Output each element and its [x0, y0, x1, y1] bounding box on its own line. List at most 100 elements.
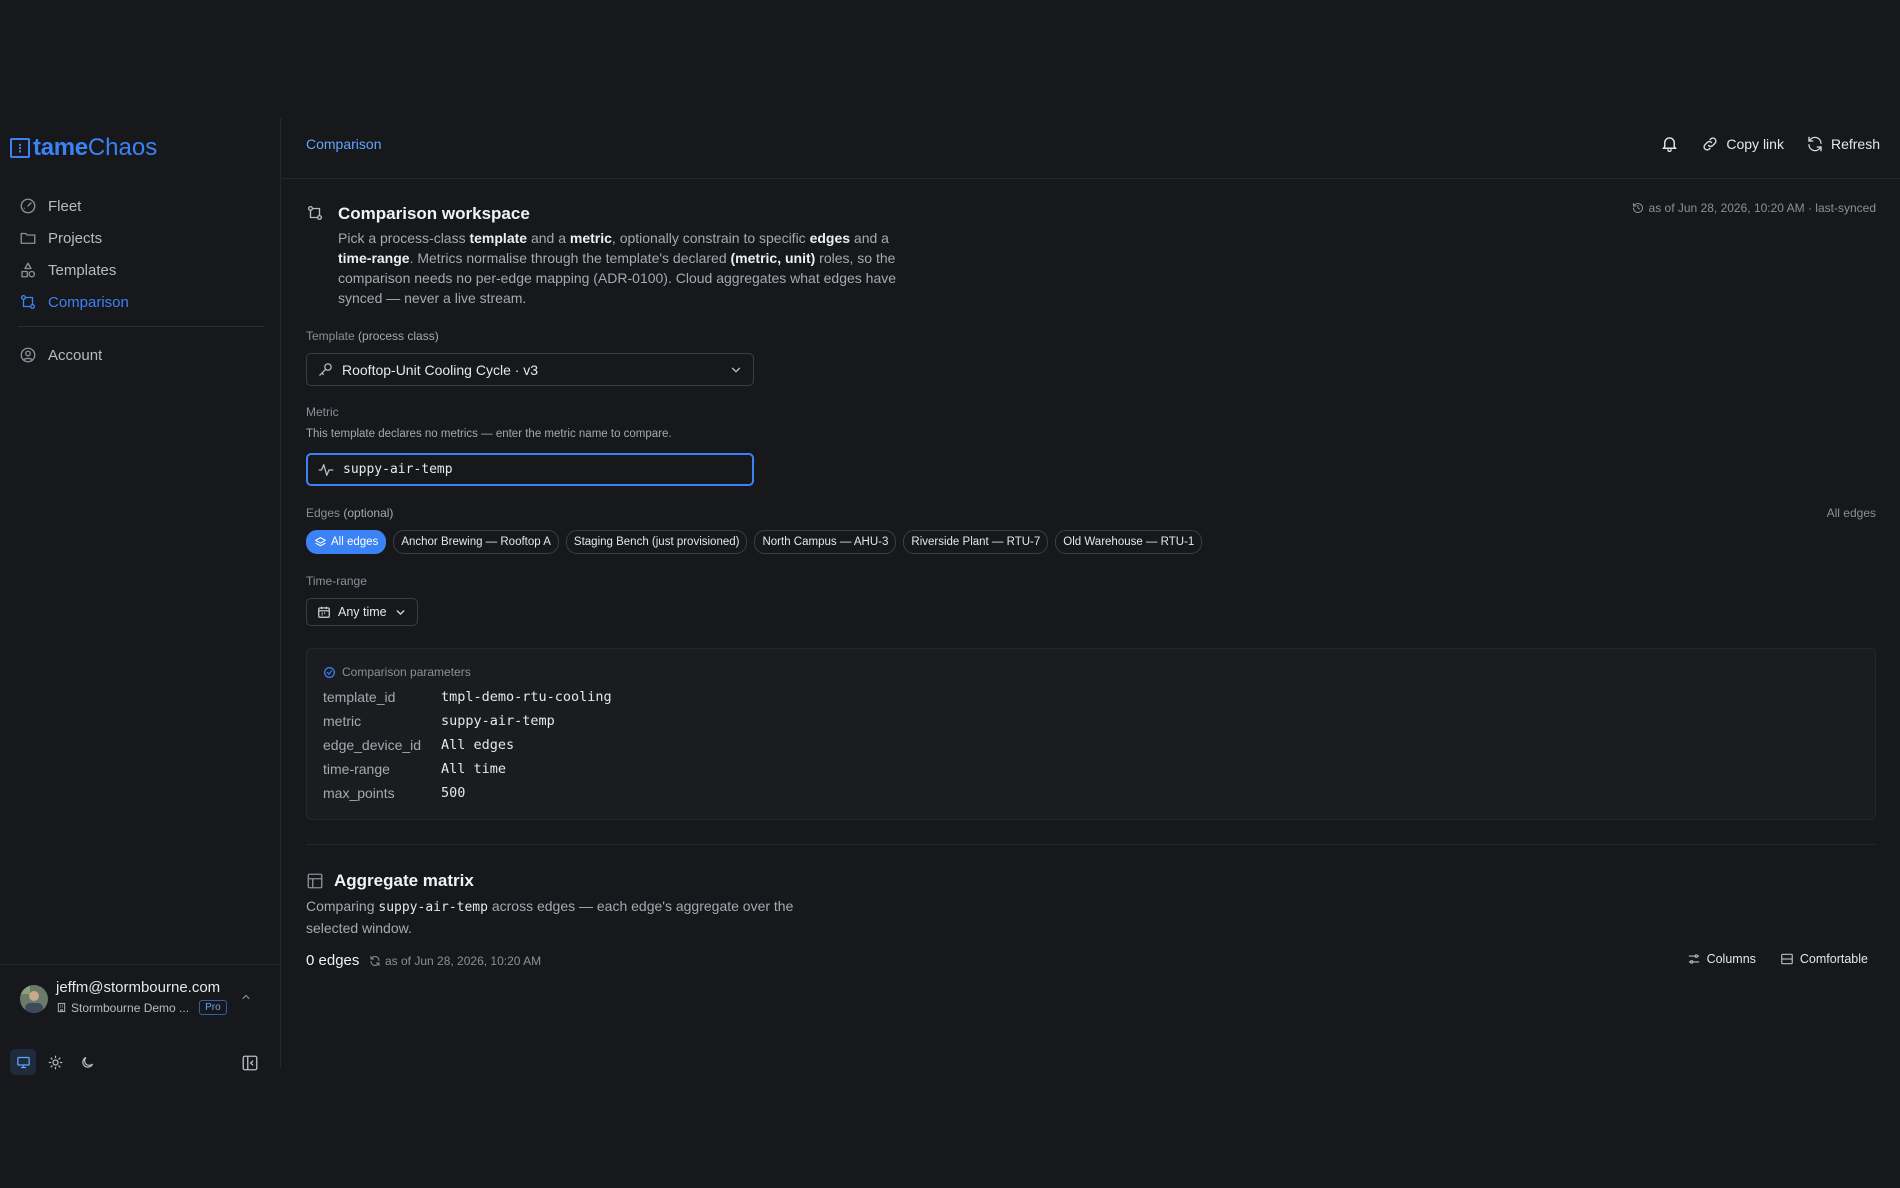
top-bar: Comparison Copy link Refresh — [282, 118, 1900, 179]
time-range-label: Time-range — [306, 574, 367, 588]
param-row: max_points 500 — [323, 785, 465, 801]
sun-icon[interactable] — [42, 1049, 68, 1075]
section-divider — [306, 844, 1876, 845]
shapes-icon — [18, 260, 38, 280]
sidebar-divider — [18, 326, 264, 327]
sidebar-item-templates[interactable]: Templates — [18, 254, 264, 286]
activity-icon — [317, 461, 335, 479]
sidebar-item-label: Projects — [48, 229, 103, 247]
param-value: 500 — [441, 785, 466, 801]
breadcrumb[interactable]: Comparison — [306, 136, 381, 152]
metric-field[interactable] — [306, 453, 754, 486]
rows-icon — [1780, 952, 1794, 966]
metric-label: Metric — [306, 405, 339, 419]
bell-icon[interactable] — [1660, 134, 1679, 153]
param-key: time-range — [323, 761, 390, 777]
time-range-select[interactable]: Any time — [306, 598, 418, 626]
logo-mark-icon: ⋮ — [10, 138, 30, 158]
metric-input[interactable] — [343, 462, 723, 477]
theme-switcher — [10, 1049, 100, 1075]
comparison-parameters-panel: Comparison parameters template_id tmpl-d… — [306, 648, 1876, 820]
table-icon — [306, 872, 324, 890]
folder-icon — [18, 228, 38, 248]
chevron-down-icon — [394, 606, 407, 619]
edge-chip[interactable]: North Campus — AHU-3 — [754, 530, 897, 554]
logo-text-chaos: Chaos — [87, 134, 158, 161]
refresh-button[interactable]: Refresh — [1806, 135, 1880, 153]
copy-link-button[interactable]: Copy link — [1701, 135, 1784, 153]
param-key: template_id — [323, 689, 396, 705]
param-key: edge_device_id — [323, 737, 422, 753]
param-value: All time — [441, 761, 507, 777]
parameters-header: Comparison parameters — [323, 665, 471, 679]
user-org: Stormbourne Demo ... Pro — [56, 1000, 227, 1015]
aggregate-description: Comparing suppy-air-temp across edges — … — [306, 898, 794, 936]
sidebar-item-fleet[interactable]: Fleet — [18, 190, 264, 222]
aggregate-title: Aggregate matrix — [334, 871, 474, 890]
edges-label: Edges (optional) — [306, 506, 394, 520]
monitor-icon[interactable] — [10, 1049, 36, 1075]
plan-badge: Pro — [199, 1000, 227, 1015]
edge-chip-all[interactable]: All edges — [306, 530, 387, 554]
param-key: metric — [323, 713, 362, 729]
param-value: All edges — [441, 737, 515, 753]
check-circle-icon — [323, 666, 336, 679]
edges-summary: All edges — [1826, 506, 1876, 520]
refresh-label: Refresh — [1830, 135, 1880, 152]
git-compare-icon — [18, 292, 38, 312]
edge-chip-group: All edges Anchor Brewing — Rooftop A Sta… — [306, 530, 1203, 554]
gauge-icon — [18, 196, 38, 216]
template-label: Template (process class) — [306, 329, 439, 343]
git-compare-icon — [306, 204, 324, 222]
template-select[interactable]: Rooftop-Unit Cooling Cycle · v3 — [306, 353, 754, 386]
calendar-icon — [317, 605, 331, 619]
link-icon — [1701, 135, 1719, 153]
sidebar-item-label: Comparison — [48, 293, 129, 311]
chevron-up-icon[interactable] — [240, 991, 252, 1003]
param-key: max_points — [323, 785, 395, 801]
building-icon — [56, 1002, 67, 1013]
sidebar-item-projects[interactable]: Projects — [18, 222, 264, 254]
sidebar-item-label: Fleet — [48, 197, 82, 215]
moon-icon[interactable] — [74, 1049, 100, 1075]
chevron-down-icon — [729, 363, 743, 377]
workspace-description: Pick a process-class template and a metr… — [338, 230, 897, 306]
avatar[interactable] — [20, 985, 48, 1013]
sidebar-collapse-icon[interactable] — [238, 1051, 262, 1075]
sync-status-text: as of Jun 28, 2026, 10:20 AM · last-sync… — [1648, 201, 1876, 215]
refresh-icon — [1806, 135, 1824, 153]
param-row: template_id tmpl-demo-rtu-cooling — [323, 689, 612, 705]
history-icon — [1632, 202, 1644, 214]
sidebar-item-label: Account — [48, 346, 103, 364]
logo-text-tame: tame — [33, 134, 88, 161]
edge-chip[interactable]: Old Warehouse — RTU-1 — [1055, 530, 1203, 554]
edge-chip[interactable]: Anchor Brewing — Rooftop A — [393, 530, 559, 554]
edge-chip[interactable]: Staging Bench (just provisioned) — [565, 530, 748, 554]
copy-link-label: Copy link — [1726, 135, 1784, 152]
key-icon — [317, 361, 334, 378]
param-row: metric suppy-air-temp — [323, 713, 555, 729]
user-email: jeffm@stormbourne.com — [56, 979, 221, 996]
user-circle-icon — [18, 345, 38, 365]
user-org-name: Stormbourne Demo ... — [71, 1000, 190, 1015]
edge-chip[interactable]: Riverside Plant — RTU-7 — [903, 530, 1049, 554]
matrix-toolbar: Columns Comfortable — [1687, 952, 1868, 966]
sidebar-nav: Fleet Projects Templates Comparison Acco… — [18, 190, 264, 371]
sidebar-item-comparison[interactable]: Comparison — [18, 286, 264, 318]
sidebar-item-account[interactable]: Account — [18, 339, 264, 371]
param-row: time-range All time — [323, 761, 506, 777]
param-value: tmpl-demo-rtu-cooling — [441, 689, 612, 705]
parameters-title: Comparison parameters — [342, 665, 471, 679]
sidebar: ⋮ tame Chaos Fleet Projects Templates Co… — [0, 118, 281, 1075]
app-logo[interactable]: ⋮ tame Chaos — [10, 134, 157, 162]
param-row: edge_device_id All edges — [323, 737, 514, 753]
sidebar-item-label: Templates — [48, 261, 117, 279]
param-value: suppy-air-temp — [441, 713, 555, 729]
top-actions: Copy link Refresh — [1660, 134, 1880, 153]
density-button[interactable]: Comfortable — [1780, 952, 1868, 966]
columns-button[interactable]: Columns — [1687, 952, 1756, 966]
metric-hint: This template declares no metrics — ente… — [306, 428, 672, 440]
refresh-icon — [369, 955, 381, 967]
user-panel: jeffm@stormbourne.com Stormbourne Demo .… — [0, 964, 280, 1075]
sync-status: as of Jun 28, 2026, 10:20 AM · last-sync… — [1632, 201, 1876, 215]
